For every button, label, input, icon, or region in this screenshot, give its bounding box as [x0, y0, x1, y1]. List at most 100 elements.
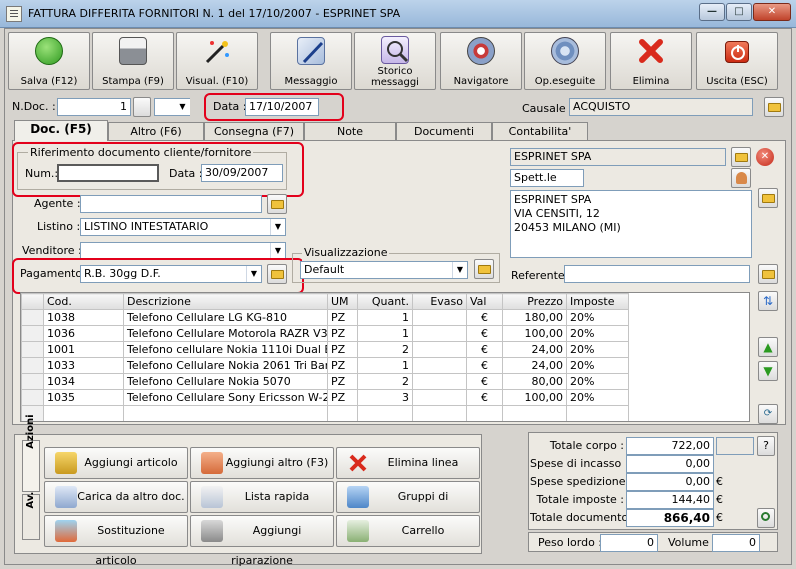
delete-line-button[interactable]: Elimina linea [336, 447, 480, 479]
table-cell[interactable]: Telefono Cellulare Motorola RAZR V3 [123, 325, 328, 342]
col-val[interactable]: Val [466, 293, 503, 310]
row-selector[interactable] [21, 325, 44, 342]
visual-button[interactable]: Visual. (F10) [176, 32, 258, 90]
arrow-up-icon[interactable]: ▲ [758, 337, 778, 357]
navigator-button[interactable]: Navigatore [440, 32, 522, 90]
table-cell[interactable]: Telefono cellulare Nokia 1110i Dual Ba..… [123, 341, 328, 358]
agente-input[interactable] [80, 195, 262, 213]
table-cell[interactable] [566, 405, 629, 421]
table-cell[interactable]: 1 [357, 357, 413, 374]
ndoc-input[interactable]: 1 [57, 98, 131, 116]
row-selector[interactable] [21, 389, 44, 406]
table-row[interactable]: 1033 Telefono Cellulare Nokia 2061 Tri Ba… [21, 357, 629, 374]
visualizzazione-folder-button[interactable] [474, 259, 494, 279]
ops-button[interactable]: Op.eseguite [524, 32, 606, 90]
chevron-down-icon[interactable]: ▼ [452, 262, 467, 278]
table-cell[interactable]: € [466, 341, 503, 358]
table-cell[interactable]: 2 [357, 341, 413, 358]
table-cell[interactable] [412, 325, 467, 342]
causale-input[interactable]: ACQUISTO [569, 98, 753, 116]
chevron-down-icon[interactable]: ▼ [270, 243, 285, 259]
table-cell[interactable]: € [466, 389, 503, 406]
table-cell[interactable] [43, 405, 124, 421]
insert-groups-button[interactable]: Gruppi di inserimento [336, 481, 480, 533]
table-cell[interactable]: 20% [566, 341, 629, 358]
table-cell[interactable] [412, 357, 467, 374]
col-um[interactable]: UM [327, 293, 358, 310]
address-person-button[interactable] [731, 168, 751, 188]
table-cell[interactable]: 20% [566, 357, 629, 374]
table-cell[interactable]: 1 [357, 325, 413, 342]
tab-consegna[interactable]: Consegna (F7) [204, 122, 304, 140]
table-row[interactable]: 1034 Telefono Cellulare Nokia 5070 PZ 2 €80,… [21, 373, 629, 390]
visualizzazione-select[interactable]: Default [300, 261, 468, 279]
row-selector[interactable] [21, 357, 44, 374]
delete-button[interactable]: Elimina [610, 32, 692, 90]
refresh-icon[interactable]: ⟳ [758, 404, 778, 424]
table-cell[interactable]: € [466, 373, 503, 390]
table-cell[interactable]: 24,00 [502, 357, 567, 374]
table-cell[interactable]: € [466, 309, 503, 326]
table-cell[interactable]: 100,00 [502, 389, 567, 406]
save-button[interactable]: Salva (F12) [8, 32, 90, 90]
table-cell[interactable]: 1038 [43, 309, 124, 326]
tab-note[interactable]: Note [304, 122, 396, 140]
close-button[interactable]: ✕ [753, 3, 791, 21]
table-cell[interactable]: PZ [327, 341, 358, 358]
table-row[interactable]: 1036 Telefono Cellulare Motorola RAZR V3 P… [21, 325, 629, 342]
table-cell[interactable]: PZ [327, 357, 358, 374]
tab-altro[interactable]: Altro (F6) [108, 122, 204, 140]
table-cell[interactable]: PZ [327, 389, 358, 406]
add-article-button[interactable]: Aggiungi articolo (F4) [44, 447, 188, 499]
items-grid[interactable]: Cod. Descrizione UM Quant. Evaso Val Pre… [20, 292, 750, 422]
table-cell[interactable]: 24,00 [502, 341, 567, 358]
row-selector[interactable] [21, 309, 44, 326]
col-evaso[interactable]: Evaso [412, 293, 467, 310]
minimize-button[interactable]: — [699, 3, 725, 21]
table-cell[interactable]: 1036 [43, 325, 124, 342]
table-cell[interactable]: 80,00 [502, 373, 567, 390]
agente-folder-button[interactable] [267, 194, 287, 214]
row-selector[interactable] [21, 373, 44, 390]
table-cell[interactable]: 2 [357, 373, 413, 390]
col-prezzo[interactable]: Prezzo [502, 293, 567, 310]
add-repair-button[interactable]: Aggiungi riparazione [190, 515, 334, 567]
clear-supplier-icon[interactable]: ✕ [756, 148, 774, 166]
table-row[interactable] [21, 405, 629, 421]
address-folder-button[interactable] [758, 188, 778, 208]
table-cell[interactable] [327, 405, 358, 421]
chevron-down-icon[interactable]: ▼ [270, 219, 285, 235]
table-cell[interactable] [412, 341, 467, 358]
arrow-down-icon[interactable]: ▼ [758, 361, 778, 381]
table-row[interactable]: 1001 Telefono cellulare Nokia 1110i Dual … [21, 341, 629, 358]
tab-documenti[interactable]: Documenti [396, 122, 492, 140]
replace-article-button[interactable]: Sostituzione articolo [44, 515, 188, 567]
cart-button[interactable]: Carrello [336, 515, 480, 547]
add-other-button[interactable]: Aggiungi altro (F3) [190, 447, 334, 479]
spett-input[interactable]: Spett.le [510, 169, 584, 187]
table-row[interactable]: 1038 Telefono Cellulare LG KG-810 PZ 1 €180,… [21, 309, 629, 326]
volume-value[interactable]: 0 [712, 534, 760, 552]
quick-list-button[interactable]: Lista rapida [190, 481, 334, 513]
table-cell[interactable]: Telefono Cellulare Nokia 2061 Tri Band [123, 357, 328, 374]
table-cell[interactable] [466, 405, 503, 421]
print-button[interactable]: Stampa (F9) [92, 32, 174, 90]
table-cell[interactable]: 1001 [43, 341, 124, 358]
table-cell[interactable]: PZ [327, 373, 358, 390]
table-cell[interactable]: € [466, 357, 503, 374]
listino-select[interactable]: LISTINO INTESTATARIO [80, 218, 286, 236]
table-cell[interactable]: Telefono Cellulare Sony Ericsson W-200i [123, 389, 328, 406]
exit-button[interactable]: Uscita (ESC) [696, 32, 778, 90]
table-cell[interactable]: 1035 [43, 389, 124, 406]
table-cell[interactable]: 20% [566, 389, 629, 406]
table-cell[interactable]: 20% [566, 373, 629, 390]
chevron-down-icon[interactable]: ▼ [175, 99, 190, 115]
peso-lordo-value[interactable]: 0 [600, 534, 658, 552]
table-cell[interactable]: 1 [357, 309, 413, 326]
move-updown-icon[interactable]: ⇅ [758, 291, 778, 311]
load-other-doc-button[interactable]: Carica da altro doc. [44, 481, 188, 513]
table-cell[interactable]: 1034 [43, 373, 124, 390]
col-imposte[interactable]: Imposte [566, 293, 629, 310]
spese-incasso-value[interactable]: 0,00 [626, 455, 714, 473]
maximize-button[interactable]: □ [726, 3, 752, 21]
